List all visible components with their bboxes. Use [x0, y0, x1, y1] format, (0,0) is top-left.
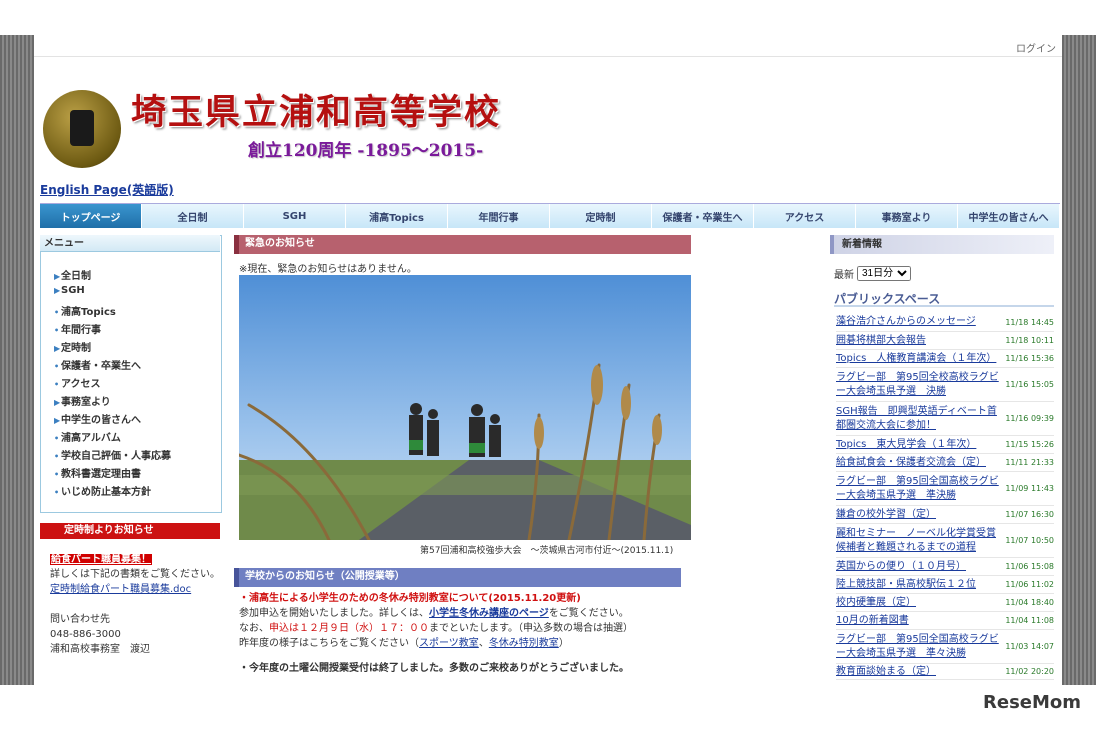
anniversary-text: 創立120周年 -1895～2015- [248, 141, 484, 161]
menu-list: ▶全日制 ▶SGH • 浦高Topics • 年間行事 ▶定時制 • 保護者・卒業生へ… [54, 267, 171, 501]
list-item[interactable]: 10月の新着図書 11/04 11:08 [836, 612, 1054, 630]
top-divider [34, 56, 1062, 57]
bullet-icon: • [54, 308, 60, 317]
nav-parents-alumni[interactable]: 保護者・卒業生へ [652, 204, 754, 228]
emergency-text: ※現在、緊急のお知らせはありません。 [239, 264, 417, 275]
notice-line-4: ・今年度の土曜公開授業受付は終了しました。多数のご来校ありがとうございました。 [239, 663, 629, 674]
recruit-doc-link[interactable]: 定時制給食パート職員募集.doc [50, 584, 191, 595]
bullet-icon: • [54, 326, 60, 335]
notice-text: 詳しくは下記の書類をご覧ください。 [50, 569, 220, 580]
hiking-event-photo [239, 275, 691, 540]
menu-title: メニュー [40, 235, 220, 252]
emergency-title: 緊急のお知らせ [234, 235, 691, 254]
right-gutter [1062, 35, 1096, 685]
public-space-title: パブリックスペース [834, 290, 1054, 307]
list-item[interactable]: 鎌倉の校外学習（定） 11/07 16:30 [836, 506, 1054, 524]
list-item[interactable]: Topics 東大見学会（１年次） 11/15 15:26 [836, 436, 1054, 454]
bullet-icon: • [54, 434, 60, 443]
list-item[interactable]: 藻谷浩介さんからのメッセージ 11/18 14:45 [836, 313, 1054, 332]
latest-period-select[interactable]: 31日分 [857, 266, 911, 281]
menu-item[interactable]: ▶定時制 [54, 339, 171, 357]
nav-part-time[interactable]: 定時制 [550, 204, 652, 228]
school-name: 埼玉県立浦和高等学校 [131, 92, 502, 133]
bullet-icon: • [54, 452, 60, 461]
menu-item[interactable]: • 浦高Topics [54, 303, 171, 321]
menu-item[interactable]: • 年間行事 [54, 321, 171, 339]
school-notice-body: ・浦高生による小学生のための冬休み特別教室について(2015.11.20更新) … [239, 591, 689, 676]
list-item[interactable]: Topics 人権教育講演会（１年次） 11/16 15:36 [836, 350, 1054, 368]
recruit-highlight[interactable]: 給食パート職員募集！ [50, 554, 152, 565]
arrow-icon: ▶ [54, 398, 61, 407]
notice-line-2: なお、申込は１２月９日（水）１７：００までといたします。（申込多数の場合は抽選） [239, 623, 633, 634]
menu-item[interactable]: ▶SGH [54, 285, 171, 303]
menu-item[interactable]: • いじめ防止基本方針 [54, 483, 171, 501]
arrow-icon: ▶ [54, 286, 61, 295]
emblem-center [70, 110, 94, 146]
list-item[interactable]: 給食試食会・保護者交流会（定） 11/11 21:33 [836, 454, 1054, 472]
menu-item[interactable]: • 保護者・卒業生へ [54, 357, 171, 375]
list-item[interactable]: 英国からの便り（１０月号） 11/06 15:08 [836, 558, 1054, 576]
nav-top-page[interactable]: トップページ [40, 204, 142, 228]
nav-full-time[interactable]: 全日制 [142, 204, 244, 228]
list-item[interactable]: 校内硬筆展（定） 11/04 18:40 [836, 594, 1054, 612]
menu-item[interactable]: • 学校自己評価・人事応募 [54, 447, 171, 465]
bullet-icon: • [54, 362, 60, 371]
contact-label: 問い合わせ先 [50, 614, 110, 625]
bullet-icon: • [54, 488, 60, 497]
list-item[interactable]: 麗和セミナー ノーベル化学賞受賞候補者と難題されるまでの道程 11/07 10:5… [836, 524, 1054, 558]
menu-item[interactable]: • 浦高アルバム [54, 429, 171, 447]
nav-access[interactable]: アクセス [754, 204, 856, 228]
resemom-watermark: ReseMom [983, 692, 1082, 713]
latest-label: 最新 [834, 270, 854, 281]
winter-class-link[interactable]: 冬休み特別教室 [489, 638, 559, 649]
list-item[interactable]: SGH報告 即興型英語ディベート首都圏交流大会に参加！ 11/16 09:39 [836, 402, 1054, 436]
list-item[interactable]: ラグビー部 第95回全国高校ラグビー大会埼玉県予選 準決勝 11/09 11:43 [836, 472, 1054, 506]
bullet-icon: • [54, 380, 60, 389]
menu-item[interactable]: ▶中学生の皆さんへ [54, 411, 171, 429]
nav-junior-high[interactable]: 中学生の皆さんへ [958, 204, 1060, 228]
winter-course-link[interactable]: 小学生冬休み講座のページ [429, 608, 549, 619]
notice-line-3: 昨年度の様子はこちらをご覧ください（スポーツ教室、冬休み特別教室） [239, 638, 569, 649]
notice-headline: ・浦高生による小学生のための冬休み特別教室について(2015.11.20更新) [239, 593, 581, 604]
news-list: 藻谷浩介さんからのメッセージ 11/18 14:45 囲碁将棋部大会報告 11/18… [836, 313, 1054, 680]
menu-item[interactable]: • アクセス [54, 375, 171, 393]
new-info-title: 新着情報 [830, 235, 1054, 254]
photo-caption: 第57回浦和高校強歩大会 ～茨城県古河市付近～(2015.11.1) [420, 546, 674, 556]
main-nav: トップページ 全日制 SGH 浦高Topics 年間行事 定時制 保護者・卒業生… [40, 203, 1060, 228]
nav-office[interactable]: 事務室より [856, 204, 958, 228]
left-gutter [0, 35, 34, 685]
nav-annual-events[interactable]: 年間行事 [448, 204, 550, 228]
list-item[interactable]: ラグビー部 第95回全校高校ラグビー大会埼玉県予選 決勝 11/16 15:05 [836, 368, 1054, 402]
arrow-icon: ▶ [54, 344, 61, 353]
english-page-link[interactable]: English Page(英語版) [40, 181, 174, 198]
bullet-icon: • [54, 470, 60, 479]
list-item[interactable]: ラグビー部 第95回全国高校ラグビー大会埼玉県予選 準々決勝 11/03 14:0… [836, 630, 1054, 664]
contact-office: 浦和高校事務室 渡辺 [50, 644, 150, 655]
arrow-icon: ▶ [54, 272, 61, 281]
menu-item[interactable]: ▶全日制 [54, 267, 171, 285]
part-time-notice-body: 給食パート職員募集！ 詳しくは下記の書類をご覧ください。 定時制給食パート職員募… [50, 552, 220, 657]
login-link[interactable]: ログイン [1016, 40, 1056, 55]
notice-line-1: 参加申込を開始いたしました。詳しくは、小学生冬休み講座のページをご覧ください。 [239, 608, 629, 619]
arrow-icon: ▶ [54, 416, 61, 425]
part-time-notice-title: 定時制よりお知らせ [40, 523, 220, 539]
sports-class-link[interactable]: スポーツ教室 [419, 638, 479, 649]
nav-topics[interactable]: 浦高Topics [346, 204, 448, 228]
nav-sgh[interactable]: SGH [244, 204, 346, 228]
list-item[interactable]: 教育面談始まる（定） 11/02 20:20 [836, 664, 1054, 680]
menu-item[interactable]: • 教科書選定理由書 [54, 465, 171, 483]
list-item[interactable]: 囲碁将棋部大会報告 11/18 10:11 [836, 332, 1054, 350]
list-item[interactable]: 陸上競技部・県高校駅伝１２位 11/06 11:02 [836, 576, 1054, 594]
contact-phone: 048-886-3000 [50, 629, 121, 640]
school-notice-title: 学校からのお知らせ（公開授業等） [234, 568, 681, 587]
latest-filter: 最新 31日分 [834, 266, 911, 281]
menu-item[interactable]: ▶事務室より [54, 393, 171, 411]
